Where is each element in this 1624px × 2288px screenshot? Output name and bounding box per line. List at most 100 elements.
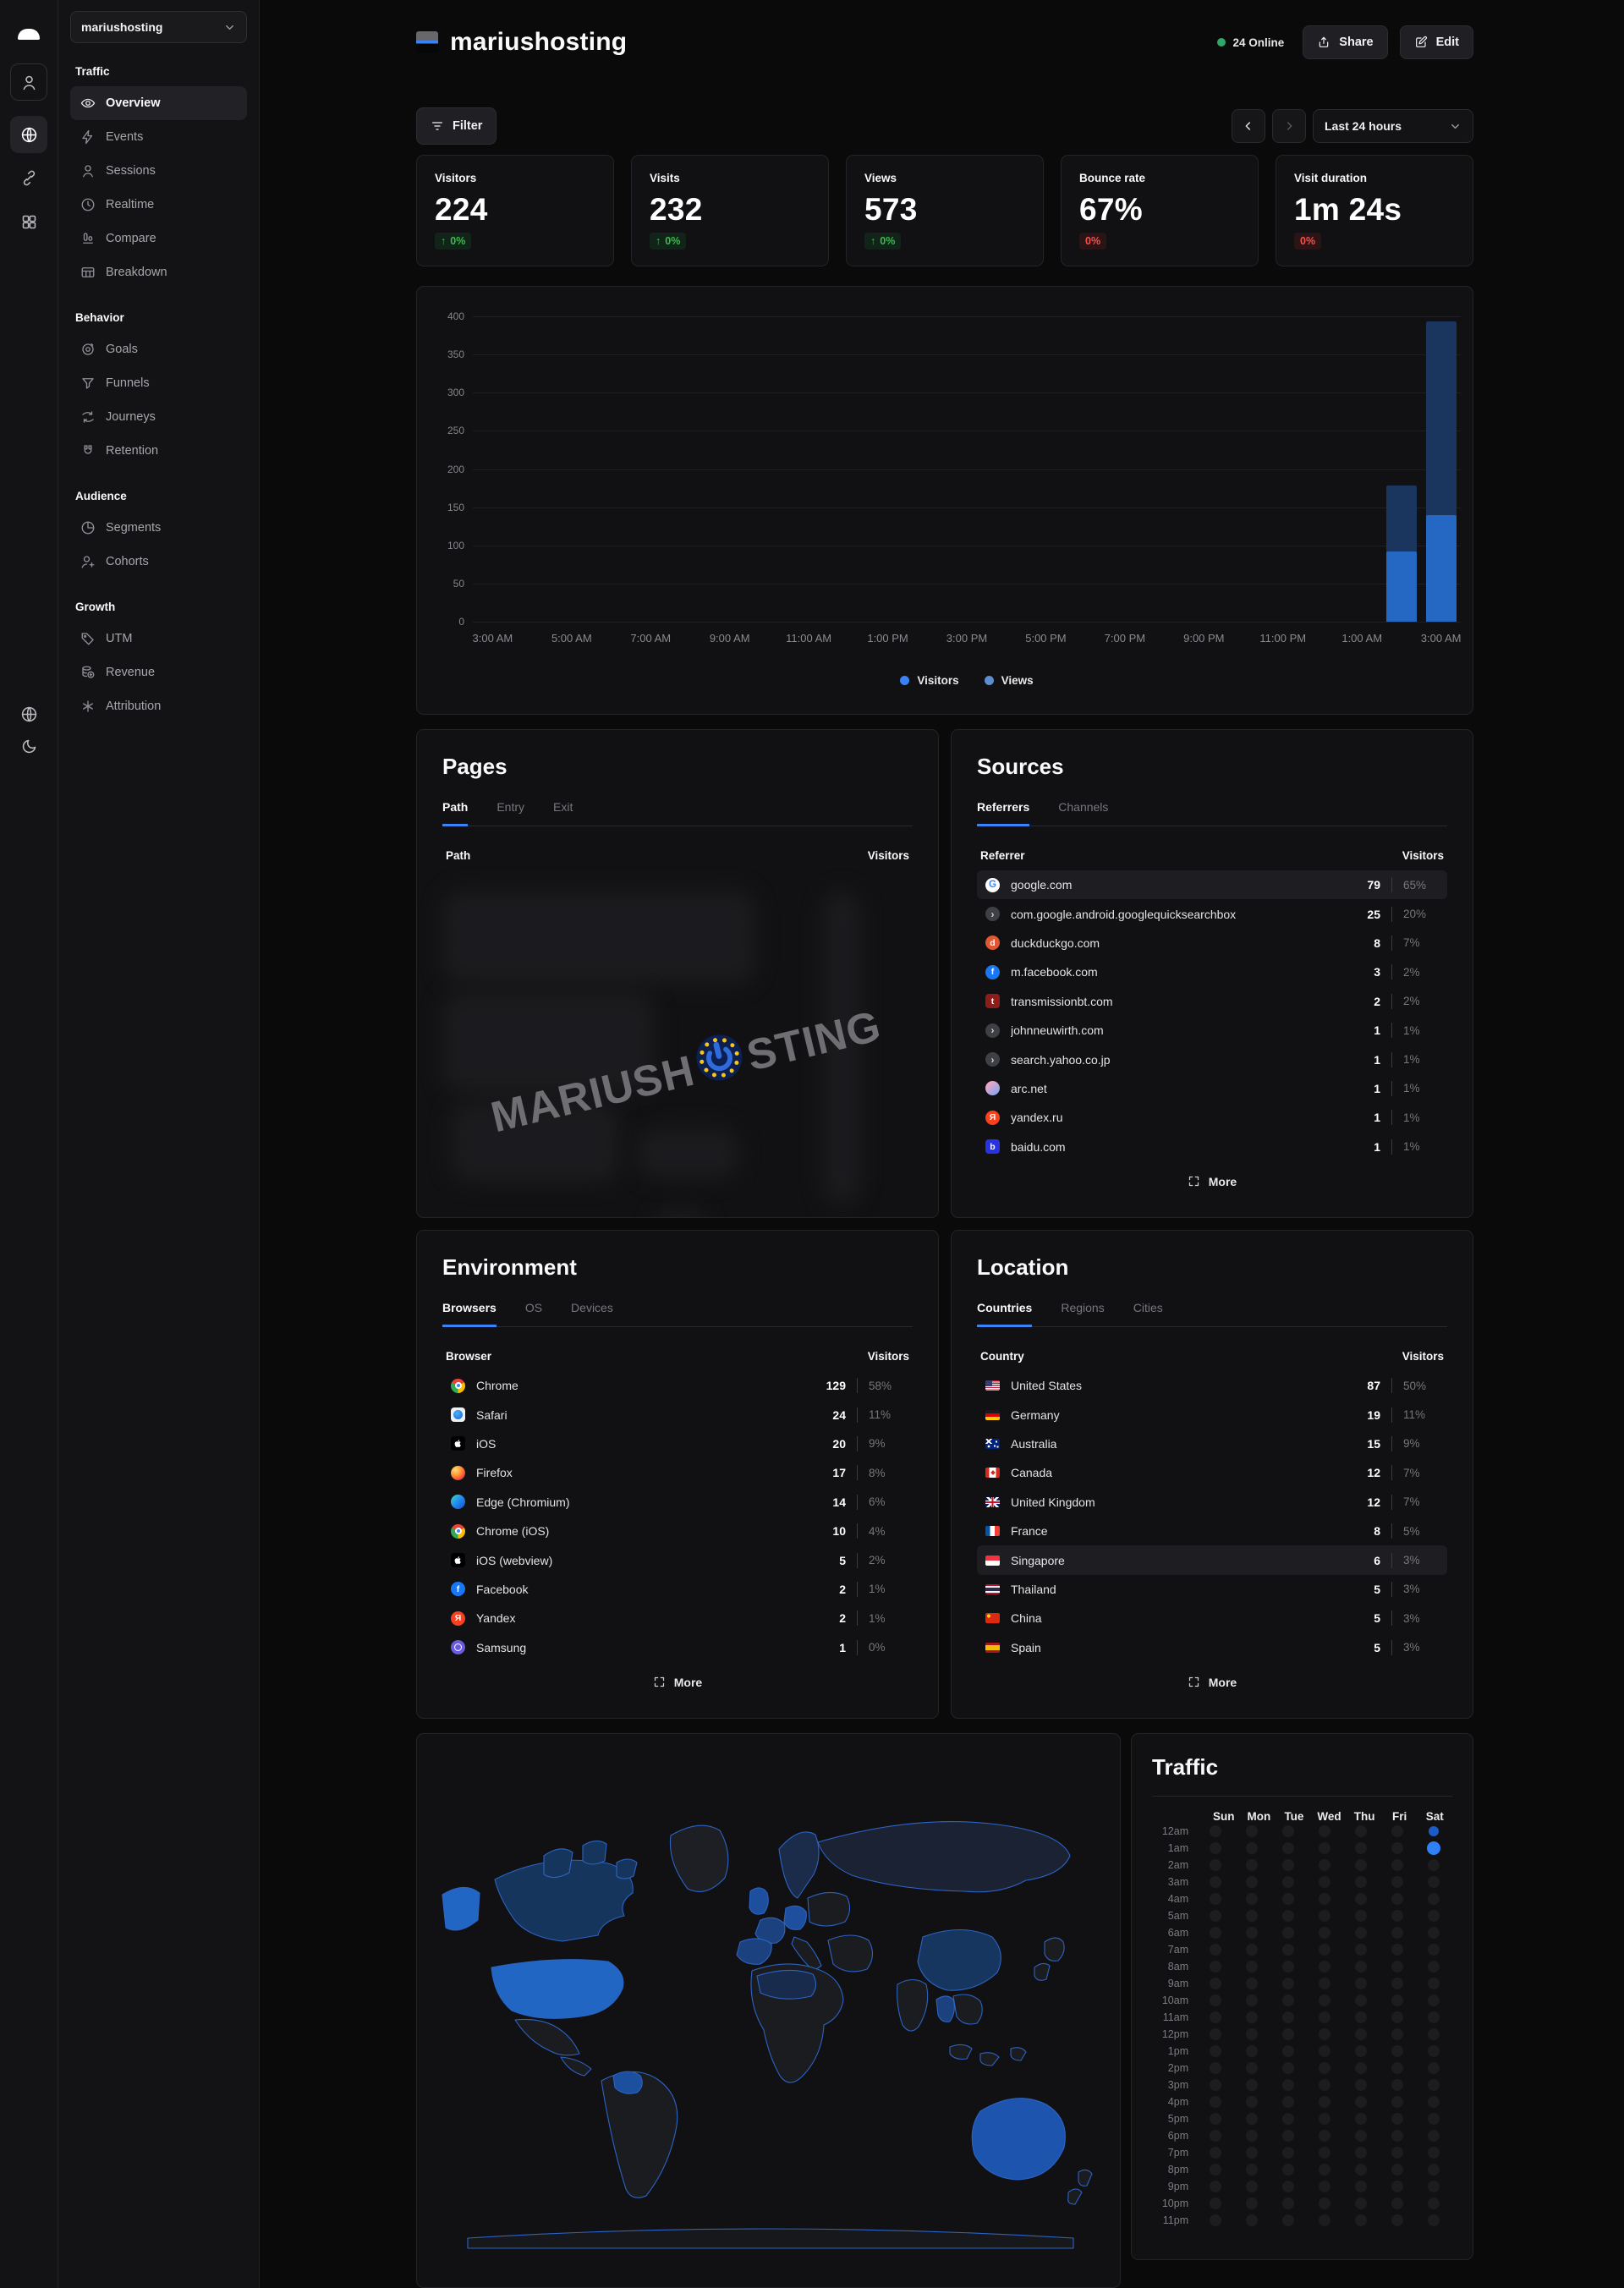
heatmap-dot[interactable] (1282, 1859, 1294, 1871)
heatmap-dot[interactable] (1355, 2164, 1367, 2176)
heatmap-dot[interactable] (1319, 1910, 1330, 1922)
heatmap-dot[interactable] (1355, 1927, 1367, 1939)
heatmap-dot[interactable] (1282, 1927, 1294, 1939)
heatmap-dot[interactable] (1319, 2197, 1330, 2209)
heatmap-dot[interactable] (1210, 2096, 1221, 2108)
legend-item-views[interactable]: Views (985, 674, 1034, 687)
heatmap-dot[interactable] (1428, 2113, 1440, 2125)
heatmap-dot[interactable] (1210, 2113, 1221, 2125)
heatmap-dot[interactable] (1428, 1978, 1440, 1989)
heatmap-dot[interactable] (1428, 1994, 1440, 2006)
heatmap-dot[interactable] (1210, 2214, 1221, 2226)
heatmap-dot[interactable] (1428, 2164, 1440, 2176)
filter-button[interactable]: Filter (416, 107, 497, 145)
stat-card-visit-duration[interactable]: Visit duration1m 24s0% (1276, 155, 1473, 266)
heatmap-dot[interactable] (1210, 2028, 1221, 2040)
heatmap-dot[interactable] (1355, 2214, 1367, 2226)
heatmap-dot[interactable] (1391, 1944, 1403, 1956)
heatmap-dot[interactable] (1210, 1994, 1221, 2006)
heatmap-dot[interactable] (1428, 2147, 1440, 2159)
heatmap-dot[interactable] (1282, 1893, 1294, 1905)
list-item[interactable]: dduckduckgo.com87% (977, 929, 1447, 957)
heatmap-dot[interactable] (1246, 2011, 1258, 2023)
list-item[interactable]: United Kingdom127% (977, 1488, 1447, 1517)
heatmap-dot[interactable] (1210, 1893, 1221, 1905)
heatmap-dot[interactable] (1428, 2062, 1440, 2074)
heatmap-dot[interactable] (1355, 1910, 1367, 1922)
heatmap-dot[interactable] (1319, 1893, 1330, 1905)
heatmap-dot[interactable] (1246, 2028, 1258, 2040)
tab-os[interactable]: OS (525, 1301, 542, 1327)
heatmap-dot[interactable] (1319, 1825, 1330, 1837)
heatmap-dot[interactable] (1210, 2147, 1221, 2159)
heatmap-dot[interactable] (1246, 2130, 1258, 2142)
list-item[interactable]: United States8750% (977, 1371, 1447, 1400)
heatmap-dot[interactable] (1246, 2197, 1258, 2209)
sidebar-item-segments[interactable]: Segments (70, 511, 247, 545)
heatmap-dot[interactable] (1391, 2181, 1403, 2192)
heatmap-dot[interactable] (1282, 2079, 1294, 2091)
list-item[interactable]: fm.facebook.com32% (977, 957, 1447, 986)
heatmap-dot[interactable] (1355, 2147, 1367, 2159)
heatmap-dot[interactable] (1428, 2181, 1440, 2192)
heatmap-dot[interactable] (1391, 2011, 1403, 2023)
heatmap-dot[interactable] (1391, 2113, 1403, 2125)
heatmap-dot[interactable] (1427, 1841, 1440, 1855)
heatmap-dot[interactable] (1391, 1910, 1403, 1922)
heatmap-dot[interactable] (1210, 1978, 1221, 1989)
environment-more-button[interactable]: More (645, 1671, 710, 1694)
heatmap-dot[interactable] (1391, 1859, 1403, 1871)
account-button[interactable] (10, 63, 47, 101)
heatmap-dot[interactable] (1391, 1825, 1403, 1837)
heatmap-dot[interactable] (1210, 1961, 1221, 1973)
sidebar-item-overview[interactable]: Overview (70, 86, 247, 120)
heatmap-dot[interactable] (1319, 2113, 1330, 2125)
sources-more-button[interactable]: More (1179, 1170, 1245, 1193)
heatmap-dot[interactable] (1428, 2045, 1440, 2057)
sidebar-item-goals[interactable]: Goals (70, 332, 247, 366)
tab-countries[interactable]: Countries (977, 1301, 1032, 1327)
heatmap-dot[interactable] (1282, 1910, 1294, 1922)
heatmap-dot[interactable] (1428, 1893, 1440, 1905)
heatmap-dot[interactable] (1355, 1893, 1367, 1905)
heatmap-dot[interactable] (1391, 1842, 1403, 1854)
sidebar-item-compare[interactable]: Compare (70, 222, 247, 255)
heatmap-dot[interactable] (1246, 2062, 1258, 2074)
sidebar-item-attribution[interactable]: Attribution (70, 689, 247, 723)
heatmap-dot[interactable] (1246, 1825, 1258, 1837)
heatmap-dot[interactable] (1319, 1876, 1330, 1888)
prev-period-button[interactable] (1232, 109, 1265, 143)
list-item[interactable]: Thailand53% (977, 1575, 1447, 1604)
heatmap-dot[interactable] (1391, 1978, 1403, 1989)
list-item[interactable]: China53% (977, 1604, 1447, 1632)
heatmap-dot[interactable] (1246, 2214, 1258, 2226)
heatmap-dot[interactable] (1319, 2164, 1330, 2176)
heatmap-dot[interactable] (1355, 2062, 1367, 2074)
heatmap-dot[interactable] (1282, 2096, 1294, 2108)
heatmap-dot[interactable] (1391, 2164, 1403, 2176)
heatmap-dot[interactable] (1246, 2096, 1258, 2108)
sidebar-item-journeys[interactable]: Journeys (70, 400, 247, 434)
sidebar-item-realtime[interactable]: Realtime (70, 188, 247, 222)
heatmap-dot[interactable] (1428, 2011, 1440, 2023)
list-item[interactable]: ttransmissionbt.com22% (977, 987, 1447, 1016)
heatmap-dot[interactable] (1210, 2181, 1221, 2192)
list-item[interactable]: Singapore63% (977, 1545, 1447, 1574)
heatmap-dot[interactable] (1428, 1961, 1440, 1973)
heatmap-dot[interactable] (1246, 1910, 1258, 1922)
heatmap-dot[interactable] (1210, 1944, 1221, 1956)
heatmap-dot[interactable] (1282, 2214, 1294, 2226)
heatmap-dot[interactable] (1355, 1978, 1367, 1989)
heatmap-dot[interactable] (1429, 1826, 1439, 1836)
sidebar-item-events[interactable]: Events (70, 120, 247, 154)
heatmap-dot[interactable] (1428, 2096, 1440, 2108)
heatmap-dot[interactable] (1319, 1944, 1330, 1956)
heatmap-dot[interactable] (1246, 1876, 1258, 1888)
stat-card-views[interactable]: Views573↑0% (846, 155, 1044, 266)
heatmap-dot[interactable] (1282, 1825, 1294, 1837)
heatmap-dot[interactable] (1355, 2181, 1367, 2192)
tab-path[interactable]: Path (442, 800, 468, 826)
heatmap-dot[interactable] (1210, 1876, 1221, 1888)
heatmap-dot[interactable] (1319, 1961, 1330, 1973)
heatmap-dot[interactable] (1391, 2130, 1403, 2142)
